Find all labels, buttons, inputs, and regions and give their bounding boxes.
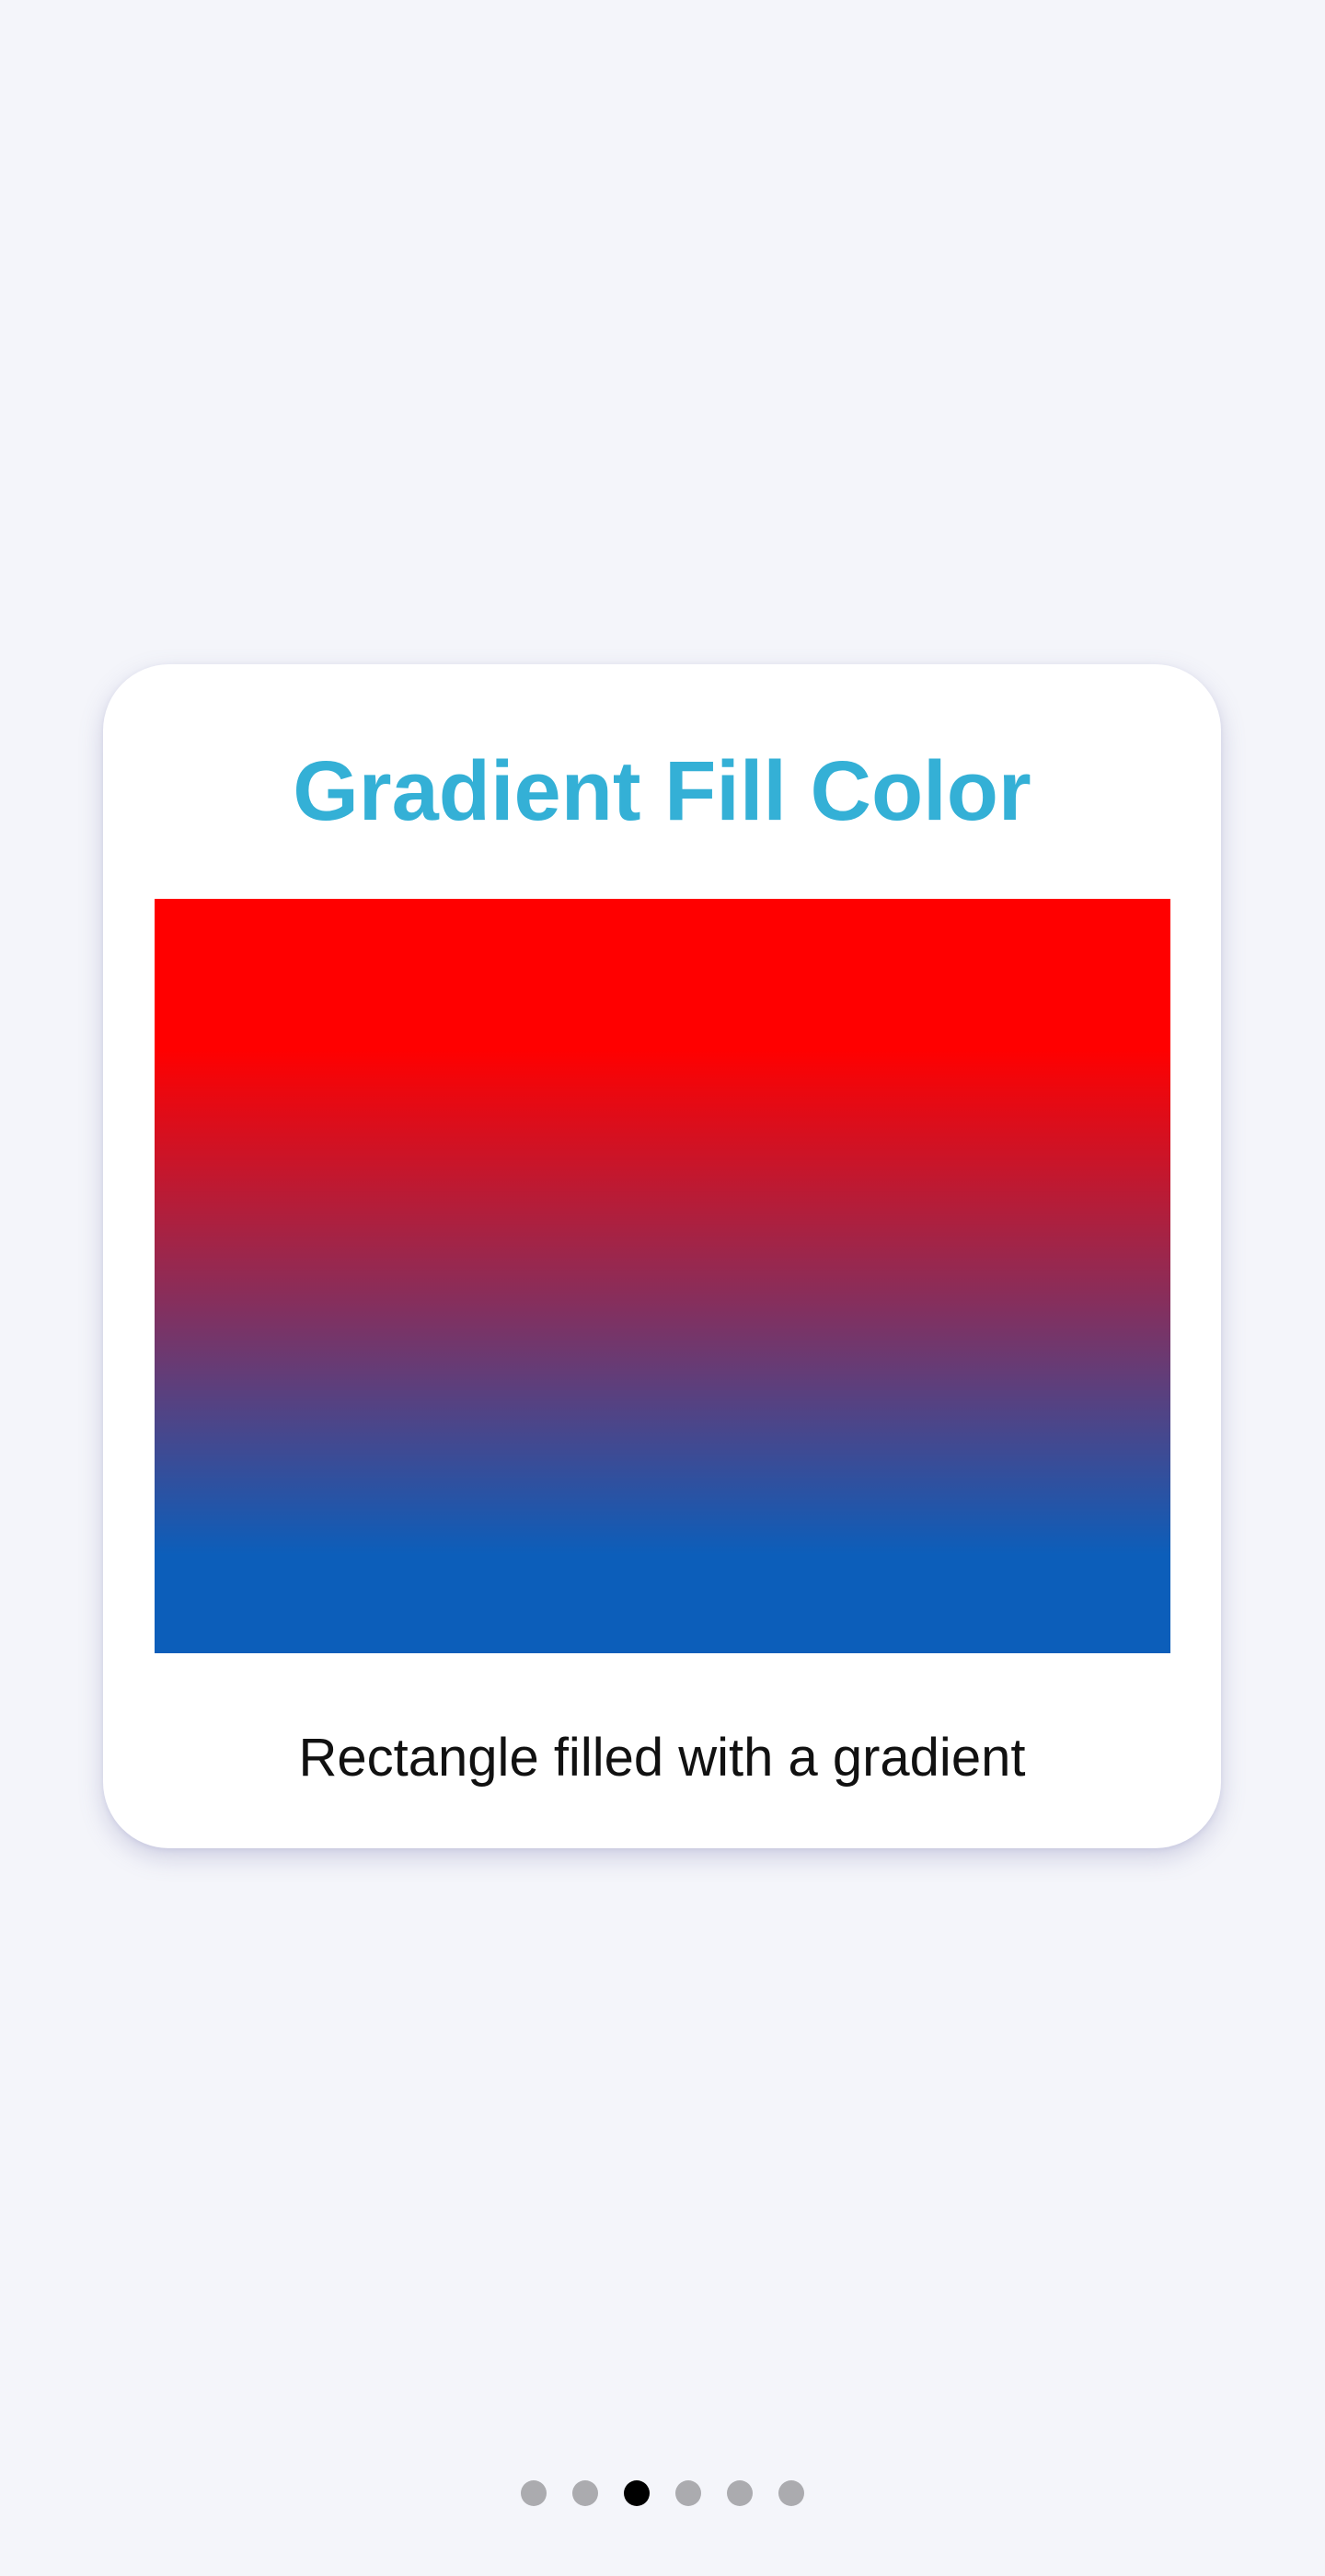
gradient-rectangle-svg	[155, 899, 1170, 1653]
gradient-fill-rect	[155, 899, 1170, 1653]
card-title: Gradient Fill Color	[293, 744, 1031, 838]
page-dot-6[interactable]	[778, 2480, 804, 2506]
page-indicator	[0, 2480, 1325, 2506]
page-dot-4[interactable]	[675, 2480, 701, 2506]
page-dot-2[interactable]	[572, 2480, 598, 2506]
page-dot-1[interactable]	[521, 2480, 547, 2506]
gradient-rectangle	[155, 899, 1170, 1653]
page-dot-3[interactable]	[624, 2480, 650, 2506]
slide-card: Gradient Fill Color Rectangle filled wit…	[103, 664, 1221, 1848]
card-caption: Rectangle filled with a gradient	[298, 1728, 1026, 1788]
page-dot-5[interactable]	[727, 2480, 753, 2506]
